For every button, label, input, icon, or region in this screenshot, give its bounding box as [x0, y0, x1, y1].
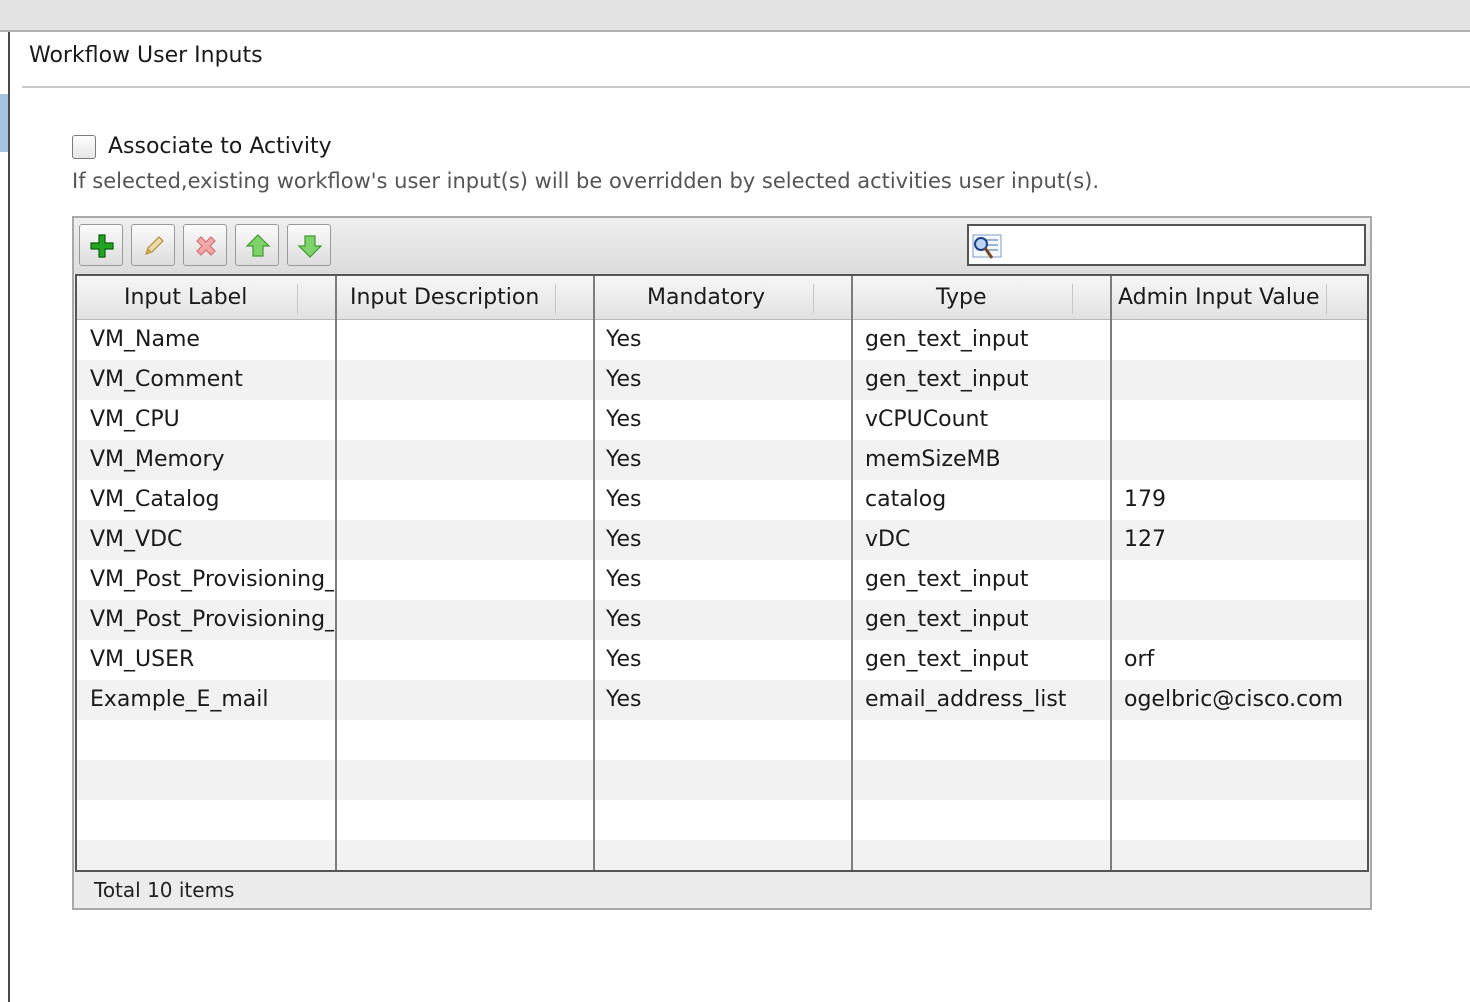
cell-mandatory: Yes	[606, 527, 642, 552]
empty-table-row	[77, 800, 1367, 840]
empty-table-row	[77, 840, 1367, 870]
column-divider	[1110, 276, 1112, 870]
cell-mandatory: Yes	[606, 487, 642, 512]
arrow-up-icon	[245, 234, 271, 257]
edit-button[interactable]	[131, 224, 175, 266]
cell-mandatory: Yes	[606, 407, 642, 432]
left-nav-tab[interactable]	[0, 94, 8, 152]
header-divider	[1072, 284, 1073, 314]
cell-type: memSizeMB	[865, 447, 1001, 472]
delete-x-icon	[196, 236, 216, 256]
plus-icon	[90, 234, 114, 258]
inputs-table: Input Label Input Description Mandatory …	[75, 274, 1369, 872]
header-divider	[813, 284, 814, 314]
pencil-icon	[145, 236, 164, 255]
cell-type: gen_text_input	[865, 367, 1029, 392]
column-header-type[interactable]: Type	[852, 276, 1111, 320]
column-header-label: Admin Input Value	[1118, 285, 1320, 310]
cell-mandatory: Yes	[606, 607, 642, 632]
cell-type: gen_text_input	[865, 607, 1029, 632]
cell-input-label: VM_CPU	[90, 407, 180, 432]
column-header-mandatory[interactable]: Mandatory	[594, 276, 852, 320]
total-items-label: Total 10 items	[94, 878, 235, 902]
column-divider	[593, 276, 595, 870]
cell-input-label: VM_USER	[90, 647, 195, 672]
table-row[interactable]: Example_E_mail Yes email_address_list ogelb…	[77, 680, 1367, 720]
arrow-down-icon	[297, 235, 323, 258]
search-icon	[972, 234, 1002, 259]
cell-admin-input-value: 179	[1124, 487, 1166, 512]
cell-input-label: Example_E_mail	[90, 687, 269, 712]
table-row[interactable]: VM_Memory Yes memSizeMB	[77, 440, 1367, 480]
cell-input-label: VM_Post_Provisioning_	[90, 567, 334, 592]
column-header-admin-input-value[interactable]: Admin Input Value	[1111, 276, 1367, 320]
left-border	[8, 32, 10, 1002]
header-divider	[555, 284, 556, 314]
title-divider	[22, 86, 1470, 88]
table-row[interactable]: VM_VDC Yes vDC 127	[77, 520, 1367, 560]
grid-toolbar	[74, 218, 1370, 274]
cell-type: vCPUCount	[865, 407, 989, 432]
header-divider	[1326, 284, 1327, 314]
top-bar	[0, 0, 1470, 32]
cell-input-label: VM_Post_Provisioning_	[90, 607, 334, 632]
move-down-button[interactable]	[287, 224, 331, 266]
empty-table-row	[77, 760, 1367, 800]
header-divider	[297, 284, 298, 314]
cell-input-label: VM_Catalog	[90, 487, 220, 512]
cell-admin-input-value: 127	[1124, 527, 1166, 552]
column-header-input-label[interactable]: Input Label	[77, 276, 336, 320]
cell-type: catalog	[865, 487, 947, 512]
cell-input-label: VM_Memory	[90, 447, 225, 472]
cell-mandatory: Yes	[606, 687, 642, 712]
add-button[interactable]	[79, 224, 123, 266]
cell-input-label: VM_Comment	[90, 367, 243, 392]
user-inputs-grid: Input Label Input Description Mandatory …	[72, 216, 1372, 910]
cell-type: vDC	[865, 527, 911, 552]
cell-input-label: VM_VDC	[90, 527, 183, 552]
cell-type: gen_text_input	[865, 327, 1029, 352]
cell-type: gen_text_input	[865, 647, 1029, 672]
search-box[interactable]	[967, 224, 1366, 266]
table-row[interactable]: VM_Post_Provisioning_ Yes gen_text_input	[77, 560, 1367, 600]
move-up-button[interactable]	[235, 224, 279, 266]
column-header-label: Input Label	[124, 285, 248, 310]
table-row[interactable]: VM_Post_Provisioning_ Yes gen_text_input	[77, 600, 1367, 640]
cell-input-label: VM_Name	[90, 327, 200, 352]
column-divider	[335, 276, 337, 870]
cell-type: gen_text_input	[865, 567, 1029, 592]
column-header-input-description[interactable]: Input Description	[336, 276, 594, 320]
associate-activity-label: Associate to Activity	[108, 134, 332, 159]
cell-mandatory: Yes	[606, 567, 642, 592]
cell-type: email_address_list	[865, 687, 1067, 712]
cell-mandatory: Yes	[606, 367, 642, 392]
table-row[interactable]: VM_Comment Yes gen_text_input	[77, 360, 1367, 400]
column-header-label: Type	[936, 285, 987, 310]
column-header-label: Mandatory	[647, 285, 766, 310]
column-header-label: Input Description	[350, 285, 540, 310]
empty-table-row	[77, 720, 1367, 760]
cell-mandatory: Yes	[606, 327, 642, 352]
cell-admin-input-value: ogelbric@cisco.com	[1124, 687, 1344, 712]
associate-activity-help: If selected,existing workflow's user inp…	[72, 169, 1100, 193]
table-row[interactable]: VM_Catalog Yes catalog 179	[77, 480, 1367, 520]
cell-mandatory: Yes	[606, 447, 642, 472]
panel-title: Workflow User Inputs	[29, 43, 263, 68]
cell-mandatory: Yes	[606, 647, 642, 672]
cell-admin-input-value: orf	[1124, 647, 1155, 672]
associate-activity-checkbox[interactable]	[72, 135, 96, 159]
table-row[interactable]: VM_CPU Yes vCPUCount	[77, 400, 1367, 440]
search-input[interactable]	[1009, 229, 1363, 263]
table-row[interactable]: VM_USER Yes gen_text_input orf	[77, 640, 1367, 680]
column-divider	[851, 276, 853, 870]
delete-button[interactable]	[183, 224, 227, 266]
table-row[interactable]: VM_Name Yes gen_text_input	[77, 320, 1367, 360]
